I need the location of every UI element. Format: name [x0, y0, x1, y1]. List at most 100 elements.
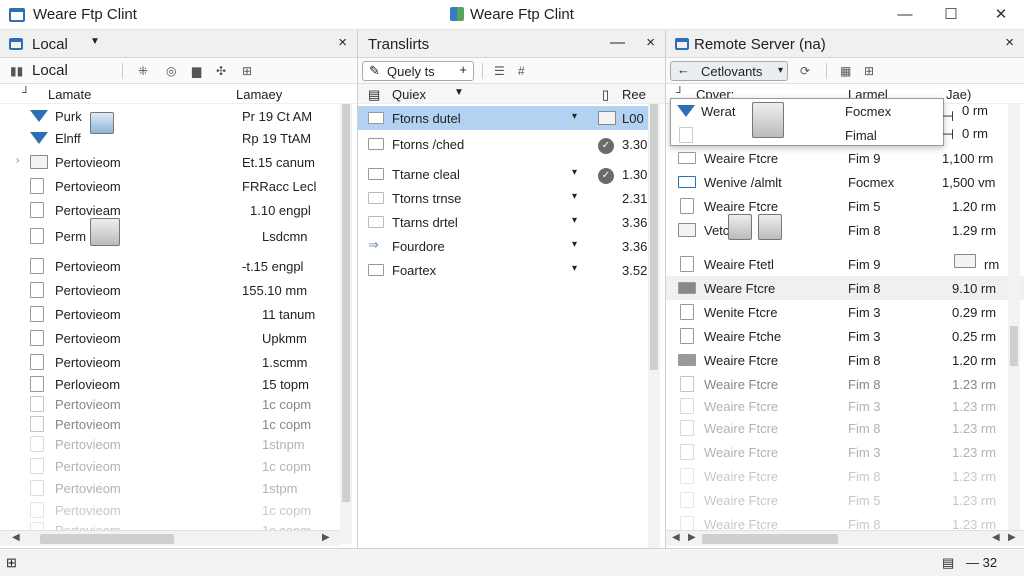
drag-handle-icon[interactable]: ⊣	[942, 108, 954, 125]
table-row[interactable]: Weaire Ftcre Fim 8 1.23 rm	[666, 372, 1024, 396]
table-row[interactable]: Ftorns dutel ▾ L00	[358, 106, 649, 130]
remote-path-dropdown[interactable]: ← Cetlovants ▾	[670, 61, 788, 81]
list-item[interactable]: Pertovieom 1stnpm	[0, 432, 357, 456]
table-row[interactable]: Ttarne cleal ▾ ✓ 1.30	[358, 162, 649, 186]
scroll-left-icon[interactable]: ◀	[672, 532, 680, 543]
local-tab-title[interactable]: Local	[32, 36, 68, 53]
transfers-col-size[interactable]: Ree	[622, 87, 646, 102]
table-row[interactable]: Wenive /almlt Focmex 1,500 vm	[666, 170, 1024, 194]
maximize-button[interactable]: ☐	[938, 4, 964, 26]
list-item[interactable]: Pertovieom 155.10 mm	[0, 278, 357, 302]
table-row[interactable]: Weaire Ftche Fim 3 0.25 rm	[666, 324, 1024, 348]
local-col-date[interactable]: Lamaey	[236, 87, 282, 102]
table-icon[interactable]: ⊞	[864, 64, 874, 78]
pin-icon[interactable]: ✣	[216, 64, 226, 78]
target-icon[interactable]: ◎	[166, 64, 176, 78]
close-button[interactable]: ✕	[988, 4, 1014, 26]
minimize-button[interactable]: —	[892, 4, 918, 26]
grid-view-icon[interactable]: ▦	[840, 64, 851, 78]
list-item[interactable]: Fimal	[671, 123, 943, 147]
chevron-down-icon[interactable]: ▾	[572, 215, 577, 226]
chevron-down-icon[interactable]: ▼	[90, 36, 100, 47]
transfers-vscroll[interactable]	[648, 104, 660, 548]
table-row[interactable]: Weaire Ftcre Fim 3 1.23 rm	[666, 440, 1024, 464]
list-item[interactable]: Purk Pr 19 Ct AM	[0, 104, 357, 128]
table-row[interactable]: Wenite Ftcre Fim 3 0.29 rm	[666, 300, 1024, 324]
drive-icon[interactable]: ▆	[192, 64, 201, 78]
local-close-button[interactable]: ×	[338, 34, 347, 51]
table-row[interactable]: Weaire Ftcre Fim 8 1.20 rm	[666, 348, 1024, 372]
table-icon[interactable]: ⊞	[242, 64, 252, 78]
scroll-right-icon[interactable]: ▶	[322, 532, 330, 543]
list-item[interactable]: Pertovieom -t.15 engpl	[0, 254, 357, 278]
list-item[interactable]: Elnff Rp 19 TtAM	[0, 126, 357, 150]
list-item[interactable]: Pertovieom Upkmm	[0, 326, 357, 350]
table-row[interactable]: Weaire Ftcre Fim 8 1.23 rm	[666, 416, 1024, 440]
hash-icon[interactable]: #	[518, 64, 525, 78]
local-hscroll[interactable]: ◀ ▶	[0, 530, 340, 546]
list-item[interactable]: Pertovieom 1c copm	[0, 454, 357, 478]
scroll-thumb[interactable]	[702, 534, 838, 544]
chevron-down-icon[interactable]: ▼	[454, 87, 464, 98]
scroll-right-icon[interactable]: ▶	[688, 532, 696, 543]
remote-tab-title[interactable]: Remote Server (na)	[694, 36, 826, 53]
list-item[interactable]: Pertovieom 1.scmm	[0, 350, 357, 374]
table-row[interactable]: Weaire Ftcre Fim 5 1.23 rm	[666, 488, 1024, 512]
chevron-down-icon[interactable]: ▾	[572, 167, 577, 178]
scroll-thumb[interactable]	[1010, 326, 1018, 366]
local-path-label[interactable]: Local	[32, 62, 68, 79]
grid-toggle-icon[interactable]: ⊞	[6, 555, 17, 571]
table-row[interactable]: ⇒ Fourdore ▾ 3.36	[358, 234, 649, 258]
list-icon[interactable]: ☰	[494, 64, 505, 78]
table-row[interactable]: Weaire Ftetl Fim 9 rm	[666, 252, 1024, 276]
back-arrow-icon[interactable]: ←	[677, 62, 690, 77]
table-row[interactable]: Vetc Fim 8 1.29 rm	[666, 218, 1024, 242]
list-item[interactable]: Werat Focmex	[671, 99, 943, 123]
chevron-down-icon[interactable]: ▾	[572, 239, 577, 250]
table-row[interactable]: Weare Ftcre Fim 8 9.10 rm	[666, 276, 1024, 300]
scroll-left-icon[interactable]: ◀	[992, 532, 1000, 543]
chevron-right-icon[interactable]: ›	[16, 155, 19, 166]
remote-hscroll[interactable]: ◀ ▶ ◀ ▶	[666, 530, 1024, 546]
remote-col-size[interactable]: Jae)	[946, 87, 971, 102]
chevron-down-icon[interactable]: ▾	[572, 263, 577, 274]
table-row[interactable]: Weaire Ftcre Fim 8 1.23 rm	[666, 464, 1024, 488]
list-item[interactable]: Pertovieom FRRacc Lecl	[0, 174, 357, 198]
table-row[interactable]: Weaire Ftcre Fim 3 1.23 rm	[666, 394, 1024, 418]
local-vscroll[interactable]	[340, 104, 352, 544]
remote-vscroll[interactable]	[1008, 104, 1020, 532]
chevron-down-icon[interactable]: ▾	[572, 111, 577, 122]
table-row[interactable]: Weaire Ftcre Fim 9 1,100 rm	[666, 146, 1024, 170]
scroll-right-icon[interactable]: ▶	[1008, 532, 1016, 543]
query-dropdown[interactable]: ✎ Quely ts +	[362, 61, 474, 81]
transfers-col-name[interactable]: Quiex	[392, 87, 426, 102]
layout-icon[interactable]: ▤	[942, 555, 954, 571]
table-row[interactable]: Weaire Ftcre Fim 5 1.20 rm	[666, 194, 1024, 218]
list-item[interactable]: Perm Lsdcmn	[0, 224, 357, 248]
table-row[interactable]: Ftorns /ched ✓ 3.30	[358, 132, 649, 156]
table-row[interactable]: Foartex ▾ 3.52	[358, 258, 649, 282]
list-view-icon[interactable]: ▮▮	[10, 64, 23, 78]
add-icon[interactable]: +	[459, 62, 467, 77]
grid-icon[interactable]: ⁜	[138, 64, 148, 78]
panel-minimize-button[interactable]: —	[610, 34, 625, 51]
chevron-down-icon[interactable]: ▾	[778, 65, 783, 76]
tree-toggle-icon[interactable]: ┘	[22, 87, 30, 99]
list-item[interactable]: Pertovieam 1.10 engpl	[0, 198, 357, 222]
drag-popup[interactable]: Werat Focmex Fimal	[670, 98, 944, 146]
remote-close-button[interactable]: ×	[1005, 34, 1014, 51]
list-item[interactable]: › Pertovieom Et.15 canum	[0, 150, 357, 174]
local-col-name[interactable]: Lamate	[48, 87, 91, 102]
table-row[interactable]: Ttorns trnse ▾ 2.31	[358, 186, 649, 210]
transfers-tab-title[interactable]: Translirts	[368, 36, 429, 53]
scroll-thumb[interactable]	[342, 104, 350, 502]
scroll-left-icon[interactable]: ◀	[12, 532, 20, 543]
list-item[interactable]: Pertovieom 11 tanum	[0, 302, 357, 326]
table-row[interactable]: Ttarns drtel ▾ 3.36	[358, 210, 649, 234]
transfers-close-button[interactable]: ×	[646, 34, 655, 51]
refresh-icon[interactable]: ⟳	[800, 64, 810, 78]
drag-handle-icon[interactable]: ⊣	[942, 126, 954, 143]
scroll-thumb[interactable]	[650, 104, 658, 370]
scroll-thumb[interactable]	[40, 534, 174, 544]
chevron-down-icon[interactable]: ▾	[572, 191, 577, 202]
